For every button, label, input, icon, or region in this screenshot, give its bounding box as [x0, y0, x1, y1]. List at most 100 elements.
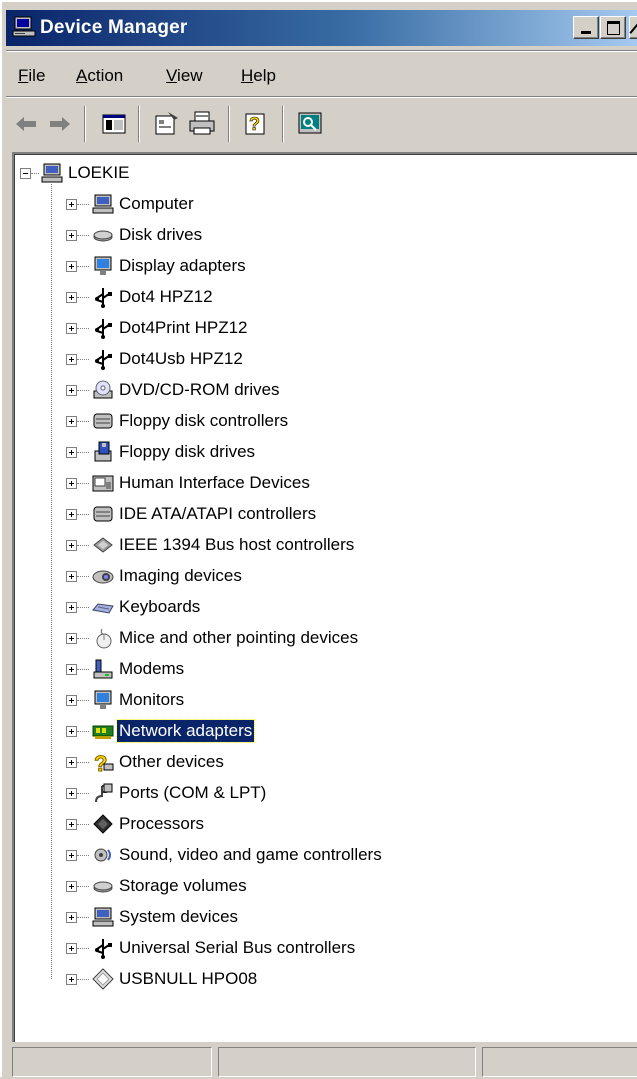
tree-item-label[interactable]: Sound, video and game controllers: [117, 844, 384, 866]
tree-item-label[interactable]: Storage volumes: [117, 875, 249, 897]
expand-toggle[interactable]: [66, 199, 77, 210]
expand-toggle[interactable]: [66, 602, 77, 613]
port-icon: [95, 783, 113, 803]
menu-help[interactable]: Help: [241, 66, 276, 86]
minimize-button[interactable]: [573, 16, 599, 39]
usb-icon: [95, 939, 112, 959]
expand-toggle[interactable]: [66, 292, 77, 303]
menu-view[interactable]: View: [166, 66, 203, 86]
expand-toggle[interactable]: [66, 819, 77, 830]
title-bar[interactable]: Device Manager: [6, 10, 637, 46]
scan-hardware-changes-icon[interactable]: [294, 108, 326, 140]
tree-connector: [77, 607, 89, 608]
tree-connector: [77, 328, 89, 329]
expand-toggle[interactable]: [66, 757, 77, 768]
processor-icon: [93, 814, 113, 834]
tree-item-label[interactable]: Display adapters: [117, 255, 248, 277]
usb-icon: [95, 319, 112, 339]
toolbar-separator: [84, 106, 86, 142]
expand-toggle[interactable]: [66, 416, 77, 427]
tree-connector: [77, 421, 89, 422]
floppy-icon: [94, 441, 112, 462]
tree-item-label[interactable]: Ports (COM & LPT): [117, 782, 268, 804]
tree-item-label[interactable]: Processors: [117, 813, 206, 835]
expand-toggle[interactable]: [66, 664, 77, 675]
expand-toggle[interactable]: [66, 788, 77, 799]
tree-item-label[interactable]: IDE ATA/ATAPI controllers: [117, 503, 318, 525]
expand-toggle[interactable]: [66, 695, 77, 706]
tree-item-label[interactable]: Network adapters: [115, 719, 256, 743]
tree-item-label[interactable]: Floppy disk controllers: [117, 410, 290, 432]
tree-item-label[interactable]: Dot4 HPZ12: [117, 286, 215, 308]
tree-item-label[interactable]: Universal Serial Bus controllers: [117, 937, 357, 959]
tree-item-label[interactable]: Other devices: [117, 751, 226, 773]
tree-root-label[interactable]: LOEKIE: [66, 162, 131, 184]
expand-toggle[interactable]: [66, 478, 77, 489]
tree-connector: [77, 886, 89, 887]
device-tree[interactable]: LOEKIE Computer Disk drives Display adapter…: [12, 152, 637, 1042]
tree-item-label[interactable]: Dot4Print HPZ12: [117, 317, 250, 339]
tree-connector: [77, 669, 89, 670]
expand-toggle[interactable]: [66, 509, 77, 520]
tree-connector: [77, 204, 89, 205]
expand-toggle[interactable]: [66, 323, 77, 334]
tree-item-label[interactable]: Dot4Usb HPZ12: [117, 348, 245, 370]
expand-toggle[interactable]: [66, 881, 77, 892]
disk-drive-icon: [93, 230, 113, 242]
tree-item-label[interactable]: Mice and other pointing devices: [117, 627, 360, 649]
tree-item-label[interactable]: Disk drives: [117, 224, 204, 246]
tree-connector: [77, 390, 89, 391]
collapse-toggle[interactable]: [20, 168, 31, 179]
tree-connector: [51, 184, 52, 979]
expand-toggle[interactable]: [66, 633, 77, 644]
tree-item-label[interactable]: USBNULL HPO08: [117, 968, 259, 990]
tree-item-label[interactable]: Keyboards: [117, 596, 202, 618]
expand-toggle[interactable]: [66, 943, 77, 954]
generic-device-icon: [92, 968, 114, 990]
tree-item-label[interactable]: Floppy disk drives: [117, 441, 257, 463]
maximize-button[interactable]: [600, 16, 626, 39]
menu-action[interactable]: Action: [76, 66, 123, 86]
device-manager-window: Device Manager File Action View Help ? L…: [0, 0, 637, 1077]
modem-icon: [93, 659, 113, 679]
expand-toggle[interactable]: [66, 354, 77, 365]
print-icon[interactable]: [186, 108, 218, 140]
toolbar-separator: [138, 106, 140, 142]
expand-toggle[interactable]: [66, 230, 77, 241]
help-icon[interactable]: ?: [240, 108, 272, 140]
tree-item-label[interactable]: System devices: [117, 906, 240, 928]
tree-item-label[interactable]: DVD/CD-ROM drives: [117, 379, 282, 401]
expand-toggle[interactable]: [66, 726, 77, 737]
tree-item-label[interactable]: Modems: [117, 658, 186, 680]
expand-toggle[interactable]: [66, 385, 77, 396]
menu-file[interactable]: File: [18, 66, 45, 86]
tree-item-label[interactable]: Computer: [117, 193, 196, 215]
expand-toggle[interactable]: [66, 261, 77, 272]
expand-toggle[interactable]: [66, 850, 77, 861]
properties-icon[interactable]: [150, 108, 182, 140]
tree-item-label[interactable]: Imaging devices: [117, 565, 244, 587]
keyboard-icon: [92, 603, 114, 614]
tree-connector: [77, 762, 89, 763]
tree-connector: [77, 824, 89, 825]
tree-connector: [77, 700, 89, 701]
tree-connector: [77, 855, 89, 856]
show-hide-console-tree-icon[interactable]: [98, 108, 130, 140]
tree-connector: [77, 545, 89, 546]
expand-toggle[interactable]: [66, 447, 77, 458]
tree-item-label[interactable]: IEEE 1394 Bus host controllers: [117, 534, 356, 556]
expand-toggle[interactable]: [66, 540, 77, 551]
sound-icon: [94, 848, 111, 862]
mouse-icon: [96, 628, 112, 649]
device-manager-icon: [12, 16, 36, 37]
tree-item-label[interactable]: Human Interface Devices: [117, 472, 312, 494]
expand-toggle[interactable]: [66, 912, 77, 923]
expand-toggle[interactable]: [66, 974, 77, 985]
status-pane: [12, 1047, 212, 1077]
close-button[interactable]: [629, 16, 637, 39]
controller-icon: [93, 413, 113, 429]
back-arrow-icon[interactable]: [10, 108, 42, 140]
tree-item-label[interactable]: Monitors: [117, 689, 186, 711]
forward-arrow-icon[interactable]: [44, 108, 76, 140]
expand-toggle[interactable]: [66, 571, 77, 582]
